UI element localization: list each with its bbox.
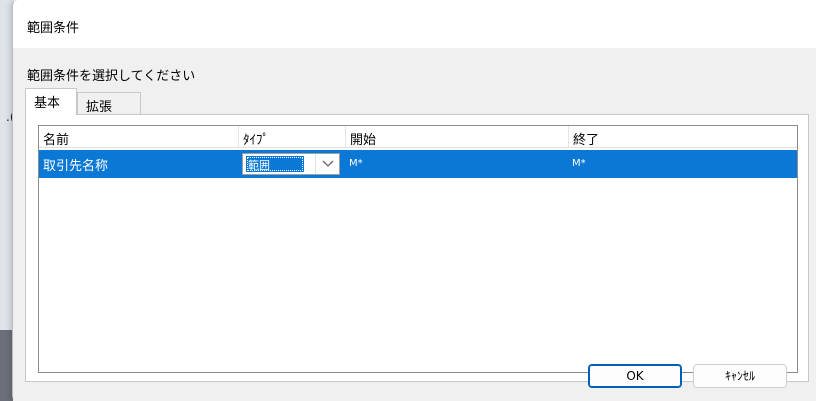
- column-header-type[interactable]: ﾀｲﾌﾟ: [239, 126, 346, 148]
- table-row[interactable]: 取引先名称 範囲 M* M*: [39, 150, 797, 178]
- range-condition-dialog: 範囲条件 範囲条件を選択してください 基本 拡張 名前 ﾀｲﾌﾟ 開始 終了 取…: [12, 0, 816, 401]
- column-header-name[interactable]: 名前: [39, 126, 239, 148]
- column-header-end[interactable]: 終了: [569, 126, 797, 148]
- row-start-cell[interactable]: M*: [349, 158, 363, 169]
- tab-basic[interactable]: 基本: [25, 88, 77, 115]
- chevron-down-icon[interactable]: [315, 154, 339, 174]
- type-combobox[interactable]: 範囲: [242, 153, 340, 175]
- cancel-button[interactable]: ｷｬﾝｾﾙ: [693, 364, 787, 388]
- window-title: 範囲条件: [27, 21, 80, 36]
- ok-button[interactable]: OK: [588, 364, 682, 388]
- instruction-label: 範囲条件を選択してください: [27, 69, 196, 84]
- tab-panel-basic: 名前 ﾀｲﾌﾟ 開始 終了 取引先名称 範囲 M* M*: [25, 114, 809, 382]
- column-header-start[interactable]: 開始: [346, 126, 569, 148]
- type-combobox-value: 範囲: [246, 156, 304, 172]
- list-header: 名前 ﾀｲﾌﾟ 開始 終了: [39, 126, 797, 148]
- row-name-cell: 取引先名称: [43, 159, 109, 174]
- condition-list[interactable]: 名前 ﾀｲﾌﾟ 開始 終了 取引先名称 範囲 M* M*: [38, 125, 798, 373]
- dialog-client-area: 範囲条件を選択してください 基本 拡張 名前 ﾀｲﾌﾟ 開始 終了 取引先名称 …: [13, 48, 816, 401]
- row-end-cell[interactable]: M*: [572, 158, 586, 169]
- tab-extended[interactable]: 拡張: [77, 92, 141, 115]
